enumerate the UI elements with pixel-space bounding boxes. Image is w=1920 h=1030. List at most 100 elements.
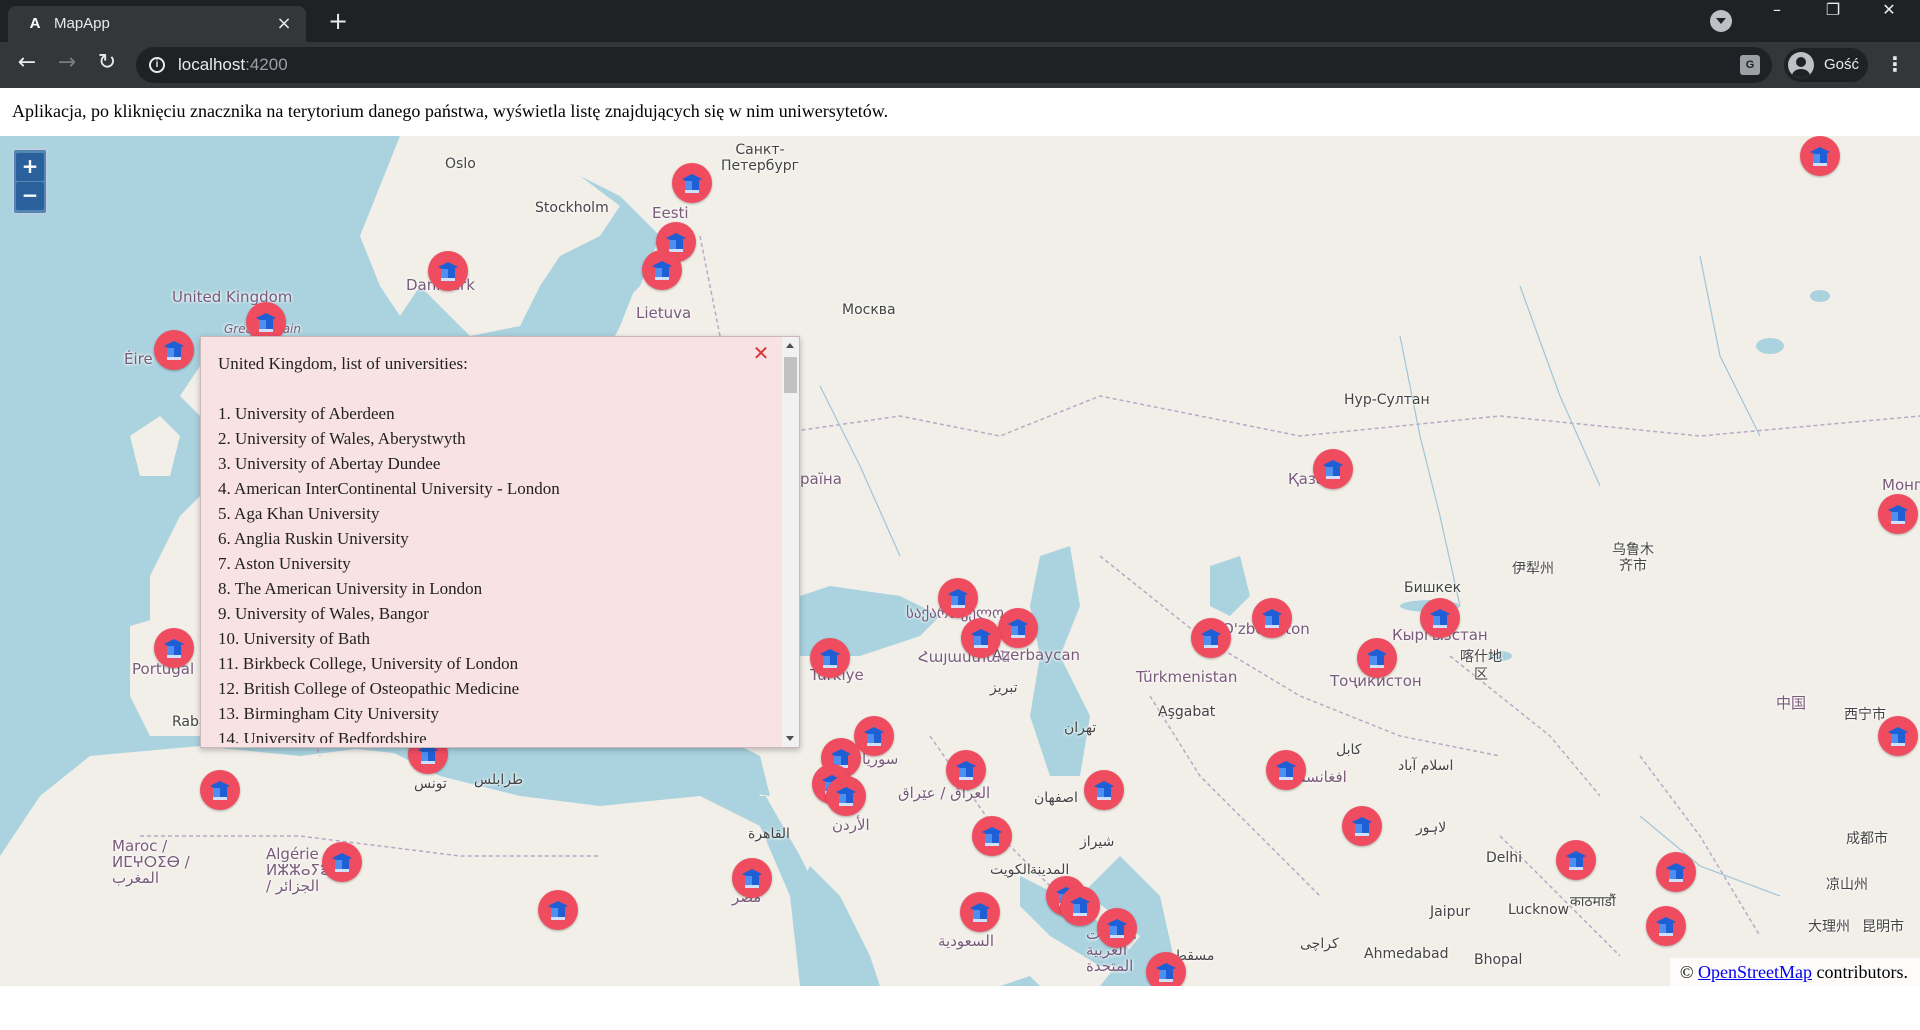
university-marker[interactable] — [428, 251, 468, 291]
university-marker[interactable] — [1556, 840, 1596, 880]
university-marker[interactable] — [154, 330, 194, 370]
map-label-mongolia: Монго — [1882, 476, 1920, 494]
graduation-cap-icon — [256, 312, 276, 334]
address-bar[interactable]: i localhost:4200 G — [136, 47, 1772, 83]
close-window-button[interactable]: ✕ — [1866, 0, 1912, 38]
profile-button[interactable]: Gość — [1784, 48, 1868, 82]
openstreetmap-link[interactable]: OpenStreetMap — [1698, 962, 1812, 982]
minimize-window-button[interactable]: – — [1754, 0, 1800, 38]
university-marker[interactable] — [1191, 618, 1231, 658]
university-marker[interactable] — [1878, 716, 1918, 756]
university-marker[interactable] — [938, 578, 978, 618]
popup-scrollbar[interactable] — [782, 337, 799, 747]
map-label-dali: 大理州 — [1808, 919, 1850, 935]
graduation-cap-icon — [864, 726, 884, 748]
university-list-item: 4. American InterContinental University … — [218, 479, 560, 498]
university-marker[interactable] — [960, 892, 1000, 932]
university-marker[interactable] — [1357, 638, 1397, 678]
map-label-turkmenistan: Türkmenistan — [1136, 668, 1238, 686]
reload-button[interactable]: ↻ — [92, 50, 122, 80]
university-marker[interactable] — [810, 638, 850, 678]
zoom-in-button[interactable]: + — [16, 153, 44, 181]
map-label-moskva: Москва — [842, 302, 896, 318]
graduation-cap-icon — [1367, 648, 1387, 670]
university-marker[interactable] — [1313, 449, 1353, 489]
scroll-thumb[interactable] — [784, 357, 797, 393]
university-marker[interactable] — [1060, 886, 1100, 926]
university-marker[interactable] — [972, 816, 1012, 856]
university-marker[interactable] — [998, 608, 1038, 648]
graduation-cap-icon — [1008, 618, 1028, 640]
graduation-cap-icon — [548, 900, 568, 922]
university-list-item: 6. Anglia Ruskin University — [218, 529, 409, 548]
site-info-icon[interactable]: i — [149, 57, 165, 73]
attribution-prefix: © — [1679, 962, 1699, 982]
university-marker[interactable] — [732, 858, 772, 898]
map-label-ashgabat: Aşgabat — [1158, 704, 1216, 720]
university-marker[interactable] — [1646, 906, 1686, 946]
graduation-cap-icon — [971, 628, 991, 650]
graduation-cap-icon — [1070, 896, 1090, 918]
browser-menu-icon[interactable]: ⋮ — [1880, 50, 1910, 80]
translate-icon[interactable]: G — [1740, 55, 1760, 75]
scroll-down-arrow-icon[interactable] — [786, 736, 794, 741]
map-label-liangshan: 凉山州 — [1826, 877, 1868, 893]
university-marker[interactable] — [322, 842, 362, 882]
university-marker[interactable] — [1656, 852, 1696, 892]
map-label-eesti: Eesti — [652, 204, 689, 222]
university-marker[interactable] — [1266, 750, 1306, 790]
university-list-item: 7. Aston University — [218, 554, 351, 573]
university-marker[interactable] — [642, 250, 682, 290]
browser-tab-active[interactable]: A MapApp × — [8, 6, 306, 42]
university-marker[interactable] — [1878, 494, 1918, 534]
restore-window-button[interactable]: ❐ — [1810, 0, 1856, 38]
graduation-cap-icon — [164, 638, 184, 660]
map-label-jaipur: Jaipur — [1430, 904, 1471, 920]
back-button[interactable]: ← — [12, 50, 42, 80]
graduation-cap-icon — [1656, 916, 1676, 938]
university-marker[interactable] — [854, 716, 894, 756]
university-marker[interactable] — [1420, 598, 1460, 638]
tab-title: MapApp — [54, 15, 110, 32]
map-label-chengdu: 成都市 — [1846, 831, 1888, 847]
university-marker[interactable] — [946, 750, 986, 790]
angular-favicon-icon: A — [29, 15, 41, 32]
graduation-cap-icon — [1888, 504, 1908, 526]
zoom-out-button[interactable]: − — [16, 182, 44, 210]
tab-close-icon[interactable]: × — [274, 14, 294, 34]
map-attribution: © OpenStreetMap contributors. — [1669, 958, 1920, 986]
graduation-cap-icon — [1201, 628, 1221, 650]
university-marker[interactable] — [826, 776, 866, 816]
forward-button[interactable]: → — [52, 50, 82, 80]
university-marker[interactable] — [1342, 806, 1382, 846]
map-label-shiraz: شيراز — [1080, 834, 1115, 850]
new-tab-button[interactable]: + — [324, 8, 352, 36]
university-marker[interactable] — [200, 770, 240, 810]
university-marker[interactable] — [961, 618, 1001, 658]
graduation-cap-icon — [982, 826, 1002, 848]
tab-search-icon[interactable] — [1710, 10, 1732, 32]
scroll-up-arrow-icon[interactable] — [786, 343, 794, 348]
graduation-cap-icon — [836, 786, 856, 808]
university-list-item: 8. The American University in London — [218, 579, 483, 598]
graduation-cap-icon — [332, 852, 352, 874]
university-list: 1. University of Aberdeen 2. University o… — [218, 401, 778, 743]
university-marker[interactable] — [672, 163, 712, 203]
graduation-cap-icon — [210, 780, 230, 802]
university-marker[interactable] — [1800, 136, 1840, 176]
university-marker[interactable] — [1097, 908, 1137, 948]
university-marker[interactable] — [1252, 598, 1292, 638]
popup-close-button[interactable]: ✕ — [749, 341, 773, 365]
map-label-lucknow: Lucknow — [1508, 902, 1570, 918]
graduation-cap-icon — [1094, 780, 1114, 802]
map-label-sankt-peterburg: Санкт-Петербург — [721, 142, 799, 174]
url-text[interactable]: localhost:4200 — [178, 55, 288, 75]
graduation-cap-icon — [820, 648, 840, 670]
graduation-cap-icon — [682, 173, 702, 195]
university-marker[interactable] — [154, 628, 194, 668]
university-marker[interactable] — [1084, 770, 1124, 810]
map-label-lahore: لاہور — [1416, 820, 1447, 836]
university-list-item: 13. Birmingham City University — [218, 704, 439, 723]
university-marker[interactable] — [1146, 952, 1186, 986]
university-marker[interactable] — [538, 890, 578, 930]
